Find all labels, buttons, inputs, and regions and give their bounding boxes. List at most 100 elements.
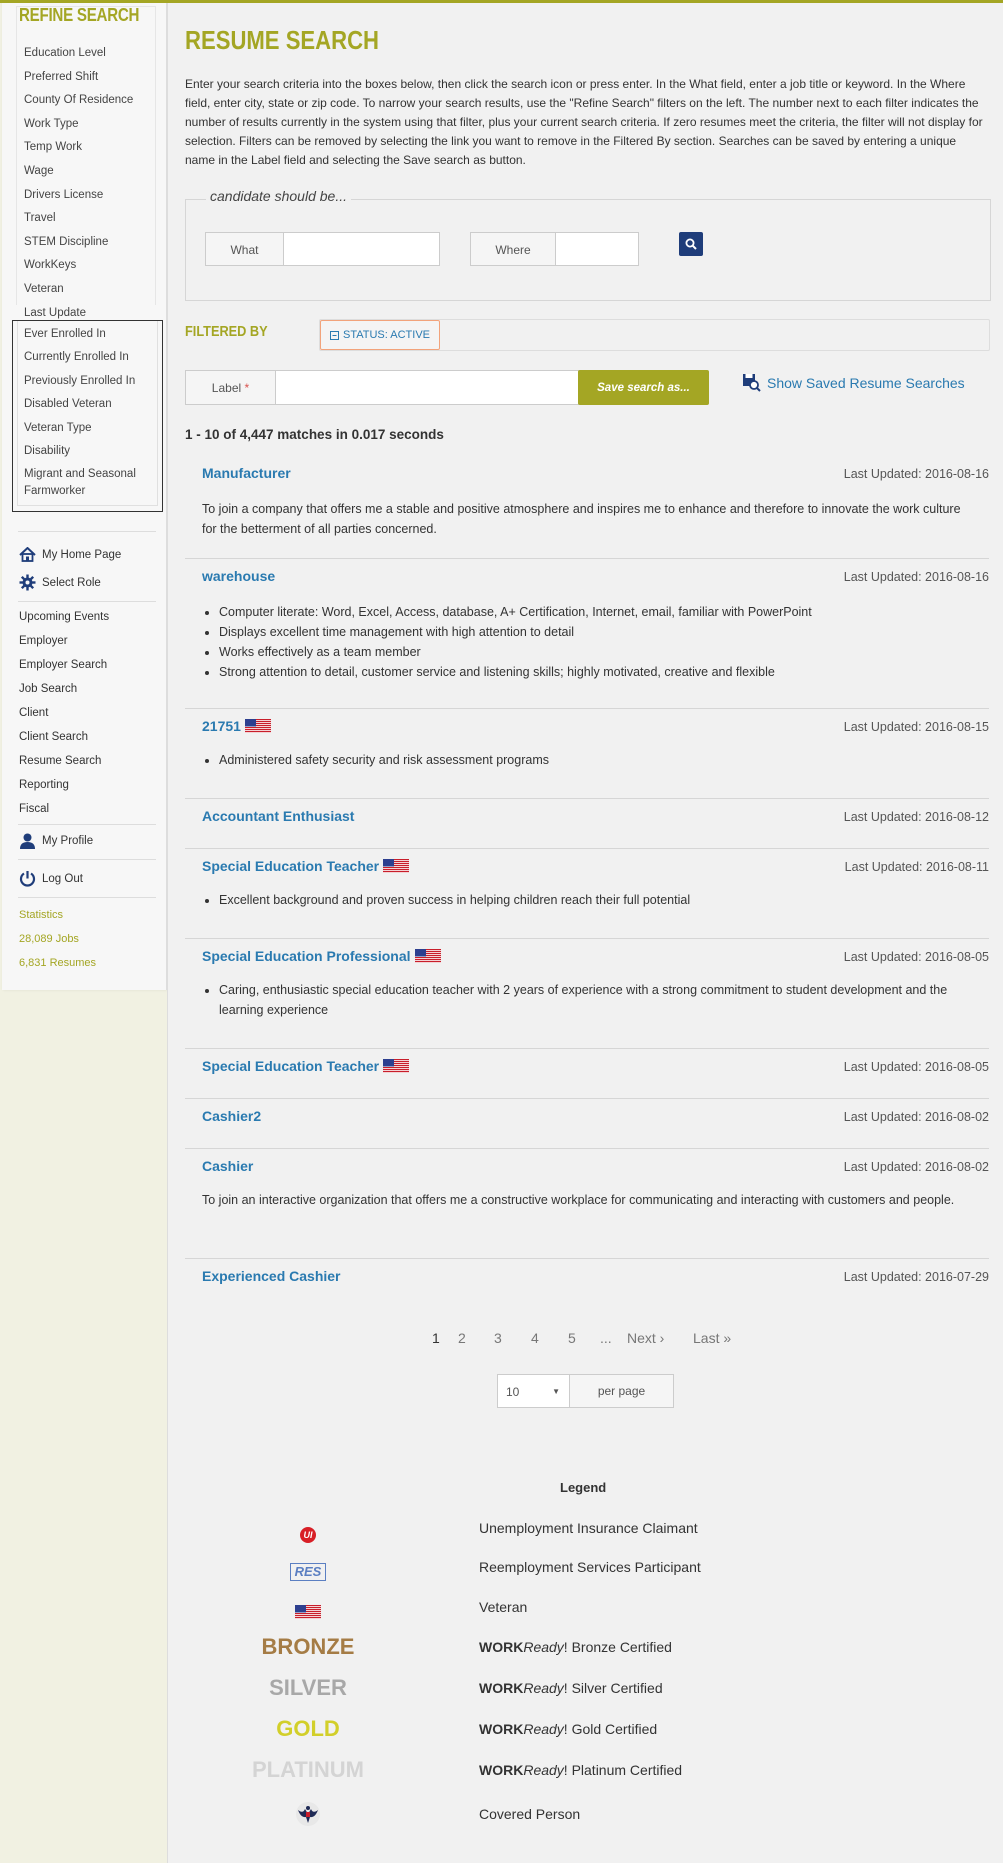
result-bullet: Computer literate: Word, Excel, Access, … [219, 602, 962, 622]
result-title-text[interactable]: Special Education Teacher [202, 1058, 379, 1074]
nav-resume-search[interactable]: Resume Search [19, 755, 101, 767]
statistics-jobs[interactable]: 28,089 Jobs [19, 933, 79, 945]
legend-silver: SILVER [269, 1675, 347, 1700]
what-input[interactable] [283, 232, 440, 266]
us-flag-icon [383, 1059, 410, 1073]
nav-job-search[interactable]: Job Search [19, 683, 77, 695]
top-accent-bar [0, 0, 1003, 3]
result-item: Accountant Enthusiast Last Updated: 2016-… [185, 798, 989, 849]
result-title[interactable]: warehouse [202, 568, 275, 584]
refine-filter-travel[interactable]: Travel [24, 212, 56, 224]
refine-filter-disability[interactable]: Disability [24, 445, 70, 457]
gear-icon [19, 574, 36, 591]
enrolled-filters-box [12, 320, 163, 512]
result-title[interactable]: Special Education Teacher [202, 858, 410, 874]
result-title[interactable]: Cashier [202, 1158, 253, 1174]
refine-filter-workkeys[interactable]: WorkKeys [24, 259, 76, 271]
result-title-text[interactable]: Accountant Enthusiast [202, 808, 354, 824]
result-title[interactable]: Manufacturer [202, 465, 291, 481]
nav-employer-search[interactable]: Employer Search [19, 659, 107, 671]
refine-filter-wage[interactable]: Wage [24, 165, 54, 177]
refine-filter-county-of-residence[interactable]: County Of Residence [24, 94, 133, 106]
intro-text: Enter your search criteria into the boxe… [185, 77, 983, 167]
result-title-text[interactable]: 21751 [202, 718, 241, 734]
workready-level: ! Silver Certified [563, 1680, 663, 1696]
page-last[interactable]: Last » [693, 1330, 731, 1346]
refine-filter-farmworker[interactable]: Farmworker [24, 485, 85, 497]
refine-filter-migrant-and-seasonal[interactable]: Migrant and Seasonal [24, 468, 136, 480]
result-bullet: Caring, enthusiastic special education t… [219, 980, 962, 1020]
result-summary: To join a company that offers me a stabl… [202, 502, 961, 536]
statistics-heading: Statistics [19, 909, 64, 921]
label-input[interactable] [275, 370, 579, 405]
result-title[interactable]: Accountant Enthusiast [202, 808, 354, 824]
us-flag-icon [295, 1605, 321, 1619]
result-title-text[interactable]: Cashier2 [202, 1108, 261, 1124]
refine-filter-education-level[interactable]: Education Level [24, 47, 106, 59]
result-updated-date: Last Updated: 2016-08-05 [843, 1060, 989, 1074]
legend-gold: GOLD [276, 1716, 340, 1741]
legend-eagle-icon [168, 1801, 448, 1833]
filter-chip-status[interactable]: STATUS: ACTIVE [320, 320, 440, 350]
nav-my-profile[interactable]: My Profile [19, 833, 93, 849]
refine-filter-stem-discipline[interactable]: STEM Discipline [24, 236, 108, 248]
save-search-button[interactable]: Save search as... [578, 370, 709, 405]
result-item: Cashier Last Updated: 2016-08-02 To join a… [185, 1148, 989, 1259]
statistics-resumes[interactable]: 6,831 Resumes [19, 957, 96, 969]
result-item: Experienced Cashier Last Updated: 2016-07… [185, 1258, 989, 1298]
refine-filter-disabled-veteran[interactable]: Disabled Veteran [24, 398, 112, 410]
filtered-by-label: FILTERED BY [185, 323, 268, 340]
page-3[interactable]: 3 [494, 1330, 502, 1346]
result-bullet: Strong attention to detail, customer ser… [219, 662, 962, 682]
nav-client[interactable]: Client [19, 707, 48, 719]
nav-reporting[interactable]: Reporting [19, 779, 69, 791]
result-bullet: Excellent background and proven success … [219, 890, 962, 910]
refine-filter-work-type[interactable]: Work Type [24, 118, 79, 130]
result-title-text[interactable]: Cashier [202, 1158, 253, 1174]
result-updated-date: Last Updated: 2016-08-02 [843, 1160, 989, 1174]
nav-employer[interactable]: Employer [19, 635, 68, 647]
legend-bronze: BRONZE [261, 1634, 355, 1659]
page-2[interactable]: 2 [458, 1330, 466, 1346]
result-title[interactable]: Cashier2 [202, 1108, 261, 1124]
refine-filter-currently-enrolled-in[interactable]: Currently Enrolled In [24, 351, 129, 363]
search-button[interactable] [679, 232, 703, 256]
show-saved-searches-link[interactable]: Show Saved Resume Searches [742, 373, 965, 392]
nav-log-out[interactable]: Log Out [19, 870, 83, 887]
refine-filter-veteran-type[interactable]: Veteran Type [24, 422, 92, 434]
refine-filter-ever-enrolled-in[interactable]: Ever Enrolled In [24, 328, 106, 340]
search-icon [685, 238, 697, 250]
result-title-text[interactable]: warehouse [202, 568, 275, 584]
where-input[interactable] [555, 232, 639, 266]
page-current[interactable]: 1 [432, 1330, 440, 1346]
refine-filter-veteran[interactable]: Veteran [24, 283, 64, 295]
label-field-label: Label * [185, 370, 276, 405]
nav-fiscal[interactable]: Fiscal [19, 803, 49, 815]
page-next[interactable]: Next › [627, 1330, 664, 1346]
result-title[interactable]: Special Education Teacher [202, 1058, 410, 1074]
refine-filter-last-update[interactable]: Last Update [24, 307, 86, 319]
result-title[interactable]: Experienced Cashier [202, 1268, 341, 1284]
result-title-text[interactable]: Special Education Teacher [202, 858, 379, 874]
per-page-select[interactable]: 10 ▼ [497, 1374, 570, 1408]
refine-filter-drivers-license[interactable]: Drivers License [24, 189, 103, 201]
refine-filter-preferred-shift[interactable]: Preferred Shift [24, 71, 98, 83]
nav-upcoming-events[interactable]: Upcoming Events [19, 611, 109, 623]
nav-client-search[interactable]: Client Search [19, 731, 88, 743]
result-title[interactable]: 21751 [202, 718, 271, 734]
nav-select-role[interactable]: Select Role [19, 574, 101, 591]
page-4[interactable]: 4 [531, 1330, 539, 1346]
result-title-text[interactable]: Experienced Cashier [202, 1268, 341, 1284]
refine-filter-previously-enrolled-in[interactable]: Previously Enrolled In [24, 375, 135, 387]
result-title-text[interactable]: Manufacturer [202, 465, 291, 481]
sidebar: REFINE SEARCH Education Level Preferred S… [2, 0, 167, 990]
legend-description: Veteran [479, 1599, 528, 1615]
refine-filter-temp-work[interactable]: Temp Work [24, 141, 82, 153]
result-title[interactable]: Special Education Professional [202, 948, 441, 964]
nav-label: Log Out [42, 872, 83, 885]
workready-work: WORK [479, 1639, 524, 1655]
page-5[interactable]: 5 [568, 1330, 576, 1346]
required-mark: * [244, 381, 250, 395]
result-title-text[interactable]: Special Education Professional [202, 948, 411, 964]
nav-my-home-page[interactable]: My Home Page [19, 547, 121, 562]
